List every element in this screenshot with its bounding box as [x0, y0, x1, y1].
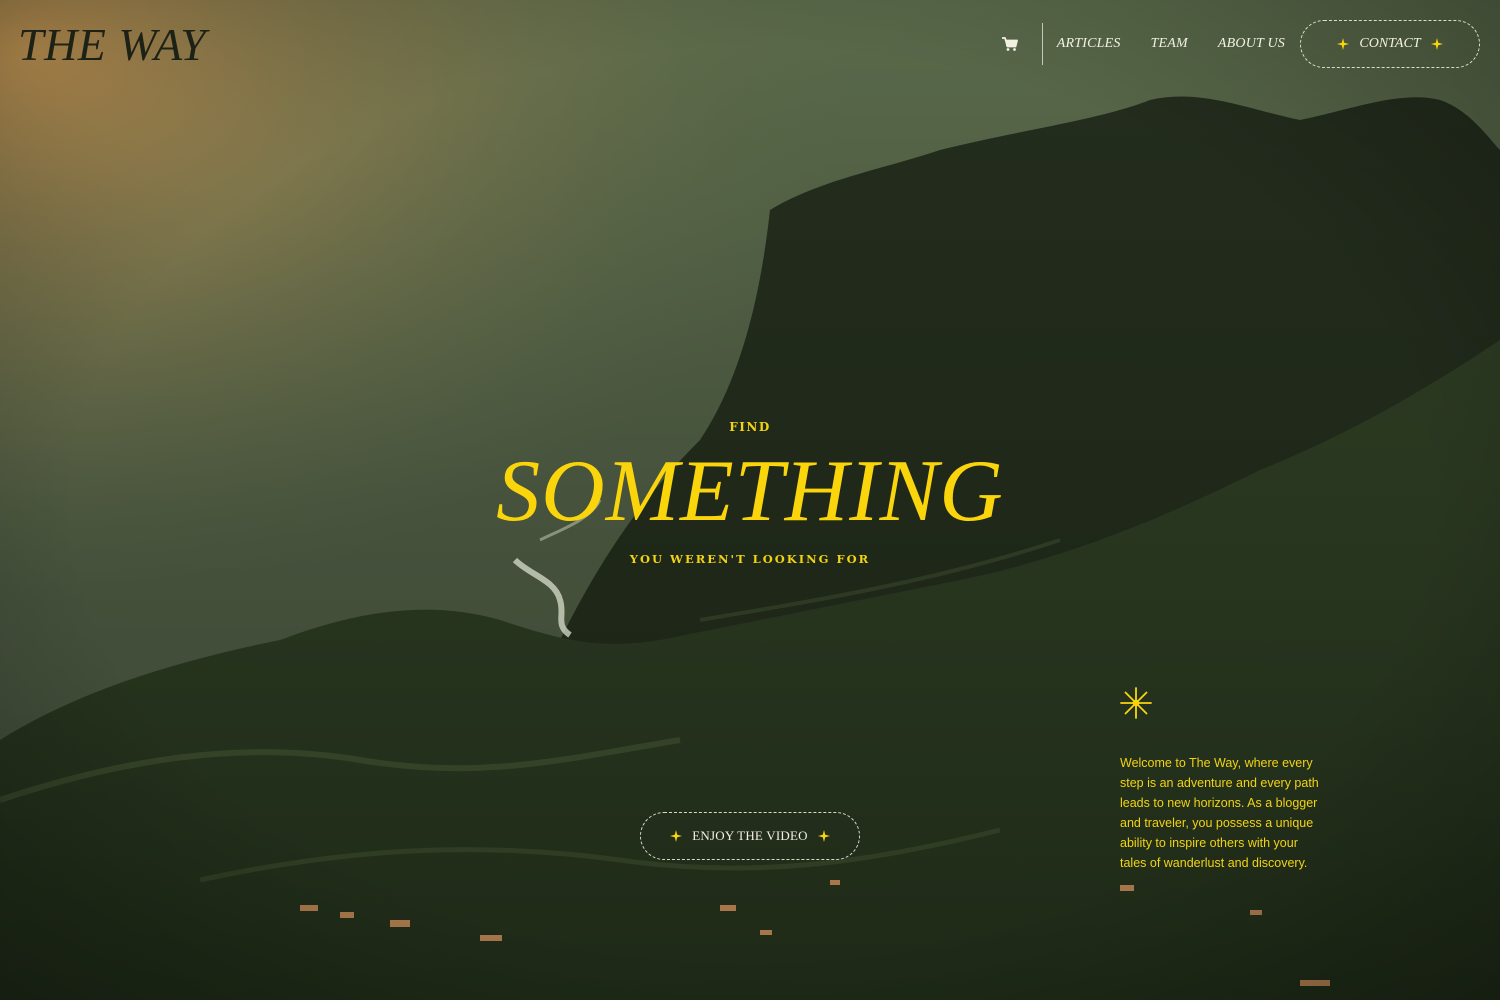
nav-link-articles[interactable]: ARTICLES: [1057, 36, 1121, 52]
sparkle-icon: [817, 830, 830, 842]
hero-section: THE WAY ARTICLES TEAM ABOUT US CONTACT F…: [0, 0, 1500, 1000]
nav-link-team[interactable]: TEAM: [1151, 36, 1188, 52]
hero-headline: SOMETHING: [496, 443, 1004, 540]
sparkle-burst-icon: [1120, 687, 1152, 719]
nav-link-about-us[interactable]: ABOUT US: [1218, 36, 1285, 52]
sparkle-icon: [1337, 38, 1350, 50]
sparkle-icon: [670, 830, 683, 842]
contact-label: CONTACT: [1359, 36, 1421, 51]
hero-kicker: FIND: [729, 420, 771, 434]
enjoy-video-button[interactable]: ENJOY THE VIDEO: [640, 812, 860, 860]
contact-button[interactable]: CONTACT: [1300, 20, 1480, 68]
main-nav: ARTICLES TEAM ABOUT US CONTACT: [998, 20, 1480, 68]
sparkle-icon: [1430, 38, 1443, 50]
site-logo[interactable]: THE WAY: [18, 18, 206, 71]
video-button-label: ENJOY THE VIDEO: [692, 828, 808, 843]
cart-icon[interactable]: [998, 32, 1022, 56]
hero-subline: YOU WEREN'T LOOKING FOR: [629, 552, 871, 566]
nav-divider: [1041, 23, 1043, 65]
welcome-text: Welcome to The Way, where every step is …: [1120, 755, 1319, 870]
